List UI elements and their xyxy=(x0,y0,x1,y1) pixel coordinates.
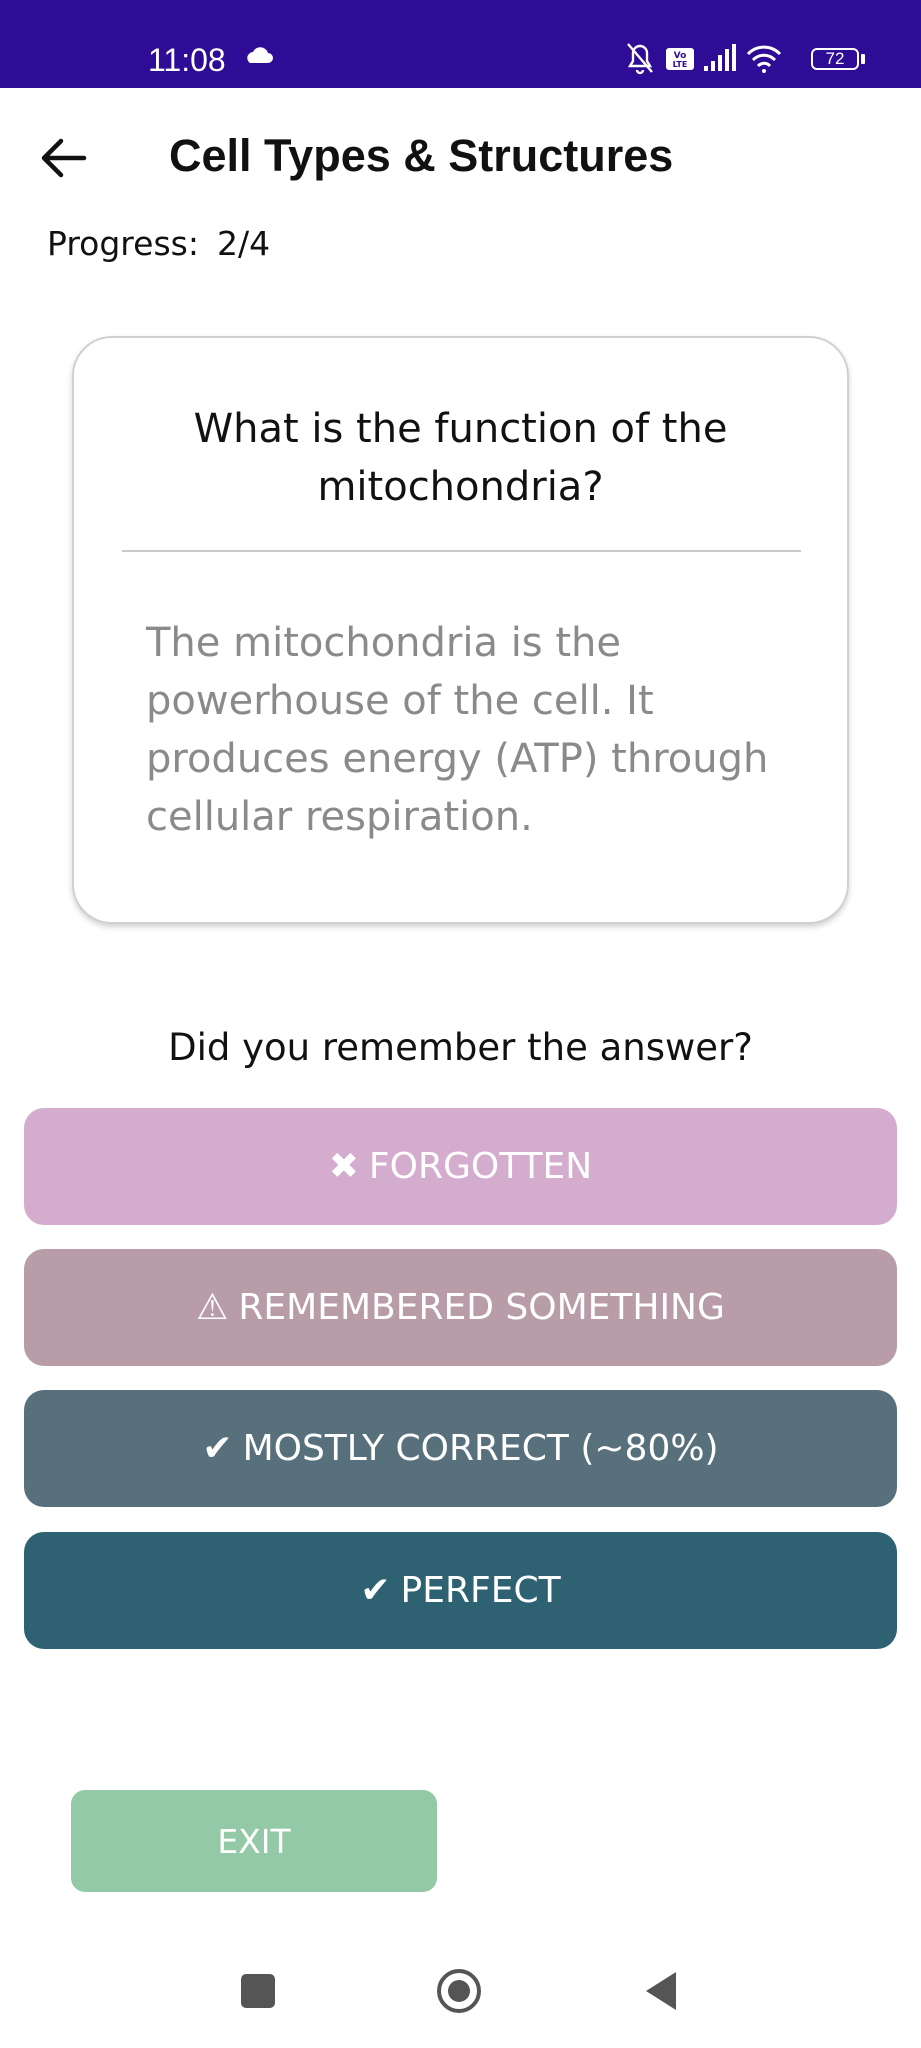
signal-icon xyxy=(704,44,736,71)
rating-prompt: Did you remember the answer? xyxy=(168,1026,753,1069)
system-back-button[interactable] xyxy=(642,1968,678,2014)
volte-icon: Vo LTE xyxy=(666,48,694,70)
mostly-correct-label: MOSTLY CORRECT (~80%) xyxy=(242,1428,719,1469)
warning-icon: ⚠ xyxy=(196,1287,229,1328)
status-icons: Vo LTE xyxy=(626,40,806,80)
battery-icon: 72 xyxy=(811,48,859,70)
battery-tip xyxy=(861,54,865,64)
cross-icon: ✖ xyxy=(328,1146,359,1187)
card-answer: The mitochondria is the powerhouse of th… xyxy=(146,620,769,840)
card-divider xyxy=(122,550,801,552)
card-question: What is the function of the mitochondria… xyxy=(193,406,728,510)
progress-label: Progress: xyxy=(47,224,199,263)
arrow-left-icon xyxy=(41,138,87,178)
status-bar: 11:08 Vo LTE 72 xyxy=(0,0,921,88)
perfect-button[interactable]: ✔ PERFECT xyxy=(24,1532,897,1649)
back-button[interactable] xyxy=(34,128,94,188)
check-icon: ✔ xyxy=(202,1428,233,1469)
page-title: Cell Types & Structures xyxy=(169,130,674,181)
remembered-something-label: REMEMBERED SOMETHING xyxy=(238,1287,725,1328)
forgotten-button[interactable]: ✖ FORGOTTEN xyxy=(24,1108,897,1225)
forgotten-label: FORGOTTEN xyxy=(368,1146,593,1187)
progress-indicator: Progress: 2/4 xyxy=(47,222,270,266)
progress-value: 2/4 xyxy=(216,224,271,263)
wifi-icon xyxy=(746,45,782,73)
mostly-correct-button[interactable]: ✔ MOSTLY CORRECT (~80%) xyxy=(24,1390,897,1507)
cloud-icon xyxy=(244,46,274,68)
flashcard[interactable]: What is the function of the mitochondria… xyxy=(72,336,849,924)
status-time: 11:08 xyxy=(148,42,226,78)
home-button[interactable] xyxy=(436,1968,482,2014)
bell-off-icon xyxy=(627,43,653,75)
recent-apps-button[interactable] xyxy=(241,1974,275,2008)
system-nav-bar xyxy=(0,1940,921,2048)
perfect-label: PERFECT xyxy=(400,1570,561,1611)
exit-button[interactable]: EXIT xyxy=(71,1790,437,1892)
triangle-back-icon xyxy=(646,1972,676,2010)
home-circle-icon xyxy=(437,1969,481,2013)
check-icon: ✔ xyxy=(360,1570,391,1611)
remembered-something-button[interactable]: ⚠ REMEMBERED SOMETHING xyxy=(24,1249,897,1366)
svg-text:LTE: LTE xyxy=(673,60,688,69)
